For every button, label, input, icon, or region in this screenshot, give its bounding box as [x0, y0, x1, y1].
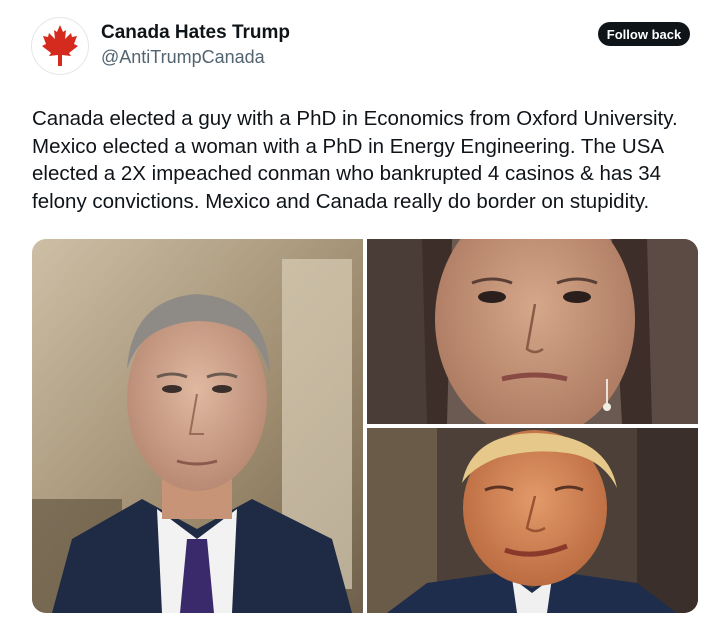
avatar[interactable] [31, 17, 89, 75]
photo-man-in-suit[interactable] [32, 239, 363, 613]
author-name[interactable]: Canada Hates Trump [101, 22, 290, 44]
follow-back-button[interactable]: Follow back [598, 22, 690, 46]
maple-leaf-icon [32, 18, 88, 74]
photo-man-smirking[interactable] [367, 428, 698, 613]
author-handle[interactable]: @AntiTrumpCanada [101, 47, 265, 68]
tweet-text: Canada elected a guy with a PhD in Econo… [32, 107, 678, 213]
media-grid [32, 239, 698, 613]
photo-woman-face[interactable] [367, 239, 698, 424]
